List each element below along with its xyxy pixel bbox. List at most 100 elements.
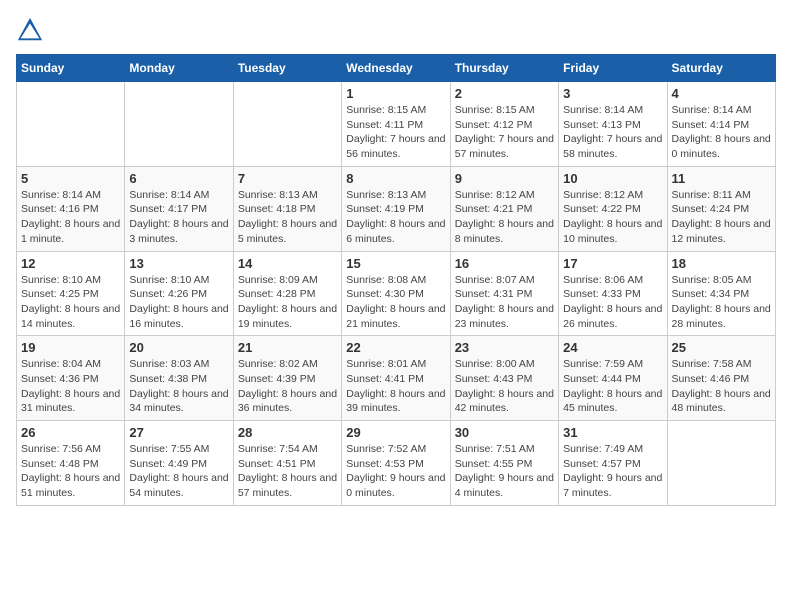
weekday-header-tuesday: Tuesday bbox=[233, 55, 341, 82]
day-number: 23 bbox=[455, 340, 554, 355]
day-cell: 19 Sunrise: 8:04 AM Sunset: 4:36 PM Dayli… bbox=[17, 336, 125, 421]
day-cell: 14 Sunrise: 8:09 AM Sunset: 4:28 PM Dayli… bbox=[233, 251, 341, 336]
day-number: 6 bbox=[129, 171, 228, 186]
day-cell: 29 Sunrise: 7:52 AM Sunset: 4:53 PM Dayli… bbox=[342, 421, 450, 506]
day-detail: Sunrise: 7:59 AM Sunset: 4:44 PM Dayligh… bbox=[563, 357, 662, 416]
day-cell bbox=[17, 82, 125, 167]
day-cell: 10Sunrise: 8:12 AM Sunset: 4:22 PM Dayli… bbox=[559, 166, 667, 251]
day-cell: 9 Sunrise: 8:12 AM Sunset: 4:21 PM Daylig… bbox=[450, 166, 558, 251]
day-number: 26 bbox=[21, 425, 120, 440]
day-number: 4 bbox=[672, 86, 771, 101]
day-detail: Sunrise: 7:55 AM Sunset: 4:49 PM Dayligh… bbox=[129, 442, 228, 501]
week-row-5: 26 Sunrise: 7:56 AM Sunset: 4:48 PM Dayli… bbox=[17, 421, 776, 506]
day-detail: Sunrise: 7:56 AM Sunset: 4:48 PM Dayligh… bbox=[21, 442, 120, 501]
day-number: 31 bbox=[563, 425, 662, 440]
day-cell: 30Sunrise: 7:51 AM Sunset: 4:55 PM Dayli… bbox=[450, 421, 558, 506]
day-cell: 1 Sunrise: 8:15 AM Sunset: 4:11 PM Daylig… bbox=[342, 82, 450, 167]
day-detail: Sunrise: 8:05 AM Sunset: 4:34 PM Dayligh… bbox=[672, 273, 771, 332]
day-cell: 3 Sunrise: 8:14 AM Sunset: 4:13 PM Daylig… bbox=[559, 82, 667, 167]
day-cell: 26 Sunrise: 7:56 AM Sunset: 4:48 PM Dayli… bbox=[17, 421, 125, 506]
day-detail: Sunrise: 7:58 AM Sunset: 4:46 PM Dayligh… bbox=[672, 357, 771, 416]
logo-icon bbox=[16, 16, 44, 44]
weekday-header-thursday: Thursday bbox=[450, 55, 558, 82]
day-cell: 11Sunrise: 8:11 AM Sunset: 4:24 PM Dayli… bbox=[667, 166, 775, 251]
day-detail: Sunrise: 7:49 AM Sunset: 4:57 PM Dayligh… bbox=[563, 442, 662, 501]
day-number: 5 bbox=[21, 171, 120, 186]
day-detail: Sunrise: 7:52 AM Sunset: 4:53 PM Dayligh… bbox=[346, 442, 445, 501]
day-number: 29 bbox=[346, 425, 445, 440]
day-detail: Sunrise: 8:10 AM Sunset: 4:26 PM Dayligh… bbox=[129, 273, 228, 332]
day-detail: Sunrise: 8:11 AM Sunset: 4:24 PM Dayligh… bbox=[672, 188, 771, 247]
day-detail: Sunrise: 8:09 AM Sunset: 4:28 PM Dayligh… bbox=[238, 273, 337, 332]
day-detail: Sunrise: 8:14 AM Sunset: 4:14 PM Dayligh… bbox=[672, 103, 771, 162]
weekday-header-friday: Friday bbox=[559, 55, 667, 82]
day-number: 14 bbox=[238, 256, 337, 271]
header bbox=[16, 16, 776, 44]
day-detail: Sunrise: 8:15 AM Sunset: 4:11 PM Dayligh… bbox=[346, 103, 445, 162]
day-number: 19 bbox=[21, 340, 120, 355]
day-number: 20 bbox=[129, 340, 228, 355]
day-cell: 23Sunrise: 8:00 AM Sunset: 4:43 PM Dayli… bbox=[450, 336, 558, 421]
day-cell bbox=[125, 82, 233, 167]
day-cell: 16 Sunrise: 8:07 AM Sunset: 4:31 PM Dayli… bbox=[450, 251, 558, 336]
week-row-1: 1 Sunrise: 8:15 AM Sunset: 4:11 PM Daylig… bbox=[17, 82, 776, 167]
day-number: 12 bbox=[21, 256, 120, 271]
week-row-3: 12 Sunrise: 8:10 AM Sunset: 4:25 PM Dayli… bbox=[17, 251, 776, 336]
day-detail: Sunrise: 8:02 AM Sunset: 4:39 PM Dayligh… bbox=[238, 357, 337, 416]
day-cell: 28Sunrise: 7:54 AM Sunset: 4:51 PM Dayli… bbox=[233, 421, 341, 506]
day-detail: Sunrise: 8:06 AM Sunset: 4:33 PM Dayligh… bbox=[563, 273, 662, 332]
day-cell: 13 Sunrise: 8:10 AM Sunset: 4:26 PM Dayli… bbox=[125, 251, 233, 336]
day-cell: 6 Sunrise: 8:14 AM Sunset: 4:17 PM Daylig… bbox=[125, 166, 233, 251]
day-detail: Sunrise: 8:04 AM Sunset: 4:36 PM Dayligh… bbox=[21, 357, 120, 416]
day-number: 8 bbox=[346, 171, 445, 186]
weekday-header-sunday: Sunday bbox=[17, 55, 125, 82]
day-cell: 21 Sunrise: 8:02 AM Sunset: 4:39 PM Dayli… bbox=[233, 336, 341, 421]
day-detail: Sunrise: 7:54 AM Sunset: 4:51 PM Dayligh… bbox=[238, 442, 337, 501]
day-detail: Sunrise: 8:14 AM Sunset: 4:13 PM Dayligh… bbox=[563, 103, 662, 162]
day-cell: 20Sunrise: 8:03 AM Sunset: 4:38 PM Dayli… bbox=[125, 336, 233, 421]
day-number: 7 bbox=[238, 171, 337, 186]
day-cell: 15 Sunrise: 8:08 AM Sunset: 4:30 PM Dayli… bbox=[342, 251, 450, 336]
day-detail: Sunrise: 7:51 AM Sunset: 4:55 PM Dayligh… bbox=[455, 442, 554, 501]
day-number: 1 bbox=[346, 86, 445, 101]
day-number: 24 bbox=[563, 340, 662, 355]
day-detail: Sunrise: 8:08 AM Sunset: 4:30 PM Dayligh… bbox=[346, 273, 445, 332]
day-detail: Sunrise: 8:07 AM Sunset: 4:31 PM Dayligh… bbox=[455, 273, 554, 332]
day-cell bbox=[667, 421, 775, 506]
day-cell: 27Sunrise: 7:55 AM Sunset: 4:49 PM Dayli… bbox=[125, 421, 233, 506]
weekday-header-wednesday: Wednesday bbox=[342, 55, 450, 82]
day-cell bbox=[233, 82, 341, 167]
day-cell: 31 Sunrise: 7:49 AM Sunset: 4:57 PM Dayli… bbox=[559, 421, 667, 506]
day-number: 22 bbox=[346, 340, 445, 355]
day-number: 3 bbox=[563, 86, 662, 101]
day-detail: Sunrise: 8:15 AM Sunset: 4:12 PM Dayligh… bbox=[455, 103, 554, 162]
week-row-2: 5Sunrise: 8:14 AM Sunset: 4:16 PM Daylig… bbox=[17, 166, 776, 251]
day-number: 18 bbox=[672, 256, 771, 271]
weekday-header-monday: Monday bbox=[125, 55, 233, 82]
day-number: 15 bbox=[346, 256, 445, 271]
day-number: 13 bbox=[129, 256, 228, 271]
day-cell: 22 Sunrise: 8:01 AM Sunset: 4:41 PM Dayli… bbox=[342, 336, 450, 421]
day-number: 21 bbox=[238, 340, 337, 355]
day-number: 9 bbox=[455, 171, 554, 186]
day-detail: Sunrise: 8:13 AM Sunset: 4:18 PM Dayligh… bbox=[238, 188, 337, 247]
weekday-header-row: SundayMondayTuesdayWednesdayThursdayFrid… bbox=[17, 55, 776, 82]
day-cell: 2Sunrise: 8:15 AM Sunset: 4:12 PM Daylig… bbox=[450, 82, 558, 167]
day-number: 16 bbox=[455, 256, 554, 271]
day-number: 25 bbox=[672, 340, 771, 355]
day-cell: 25 Sunrise: 7:58 AM Sunset: 4:46 PM Dayli… bbox=[667, 336, 775, 421]
day-detail: Sunrise: 8:10 AM Sunset: 4:25 PM Dayligh… bbox=[21, 273, 120, 332]
day-detail: Sunrise: 8:14 AM Sunset: 4:17 PM Dayligh… bbox=[129, 188, 228, 247]
weekday-header-saturday: Saturday bbox=[667, 55, 775, 82]
day-detail: Sunrise: 8:12 AM Sunset: 4:21 PM Dayligh… bbox=[455, 188, 554, 247]
day-cell: 5Sunrise: 8:14 AM Sunset: 4:16 PM Daylig… bbox=[17, 166, 125, 251]
week-row-4: 19 Sunrise: 8:04 AM Sunset: 4:36 PM Dayli… bbox=[17, 336, 776, 421]
day-cell: 12 Sunrise: 8:10 AM Sunset: 4:25 PM Dayli… bbox=[17, 251, 125, 336]
day-detail: Sunrise: 8:13 AM Sunset: 4:19 PM Dayligh… bbox=[346, 188, 445, 247]
day-cell: 7 Sunrise: 8:13 AM Sunset: 4:18 PM Daylig… bbox=[233, 166, 341, 251]
day-detail: Sunrise: 8:12 AM Sunset: 4:22 PM Dayligh… bbox=[563, 188, 662, 247]
day-cell: 18 Sunrise: 8:05 AM Sunset: 4:34 PM Dayli… bbox=[667, 251, 775, 336]
day-detail: Sunrise: 8:01 AM Sunset: 4:41 PM Dayligh… bbox=[346, 357, 445, 416]
day-cell: 24 Sunrise: 7:59 AM Sunset: 4:44 PM Dayli… bbox=[559, 336, 667, 421]
calendar-table: SundayMondayTuesdayWednesdayThursdayFrid… bbox=[16, 54, 776, 506]
